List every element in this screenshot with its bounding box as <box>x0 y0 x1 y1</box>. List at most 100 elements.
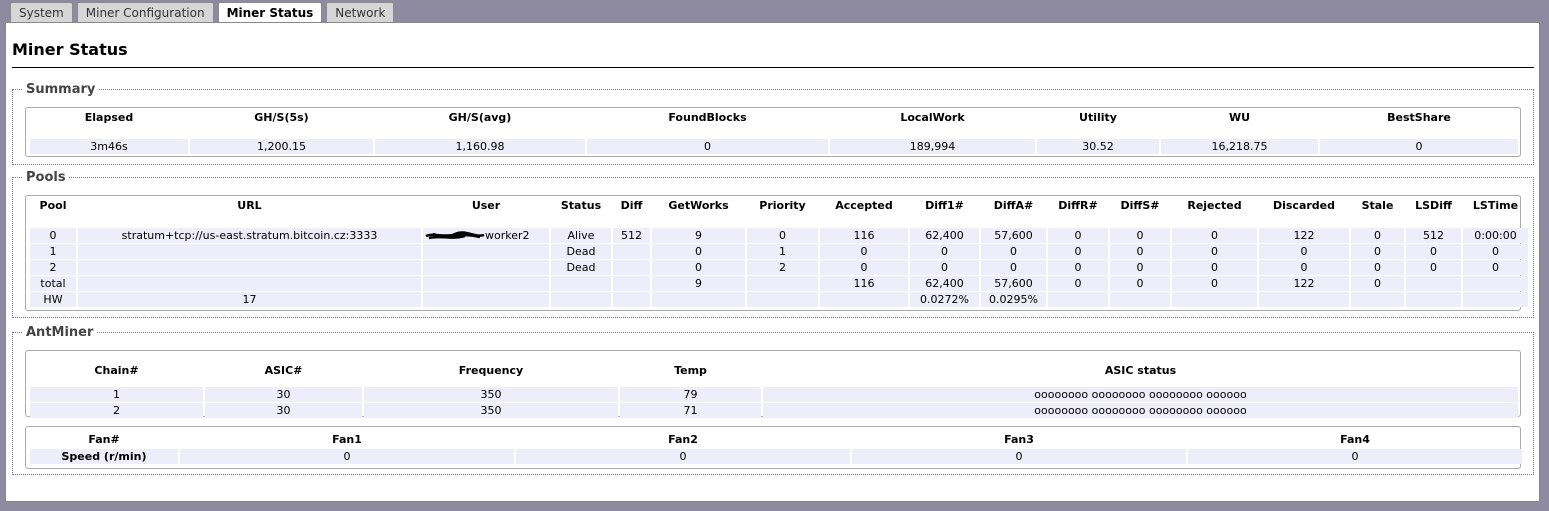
table-cell: 350 <box>364 403 618 418</box>
table-cell: stratum+tcp://us-east.stratum.bitcoin.cz… <box>78 228 421 243</box>
summary-cell: 1,200.15 <box>190 139 373 154</box>
table-cell: 0 <box>910 244 979 259</box>
table-cell <box>423 292 549 307</box>
summary-legend: Summary <box>26 82 96 97</box>
summary-header: FoundBlocks <box>668 111 747 124</box>
table-cell: Alive <box>551 228 611 243</box>
chain-table-box: Chain# ASIC# Frequency Temp ASIC status … <box>25 350 1521 419</box>
fan-cell: 0 <box>852 449 1186 464</box>
pools-header: LSTime <box>1472 199 1519 212</box>
table-cell: 512 <box>1406 228 1461 243</box>
table-row: total 9 116 62,400 57,600 0 0 0 122 0 <box>30 276 1528 291</box>
table-cell: 0 <box>1259 244 1349 259</box>
summary-cell: 189,994 <box>830 139 1035 154</box>
table-cell <box>1048 292 1108 307</box>
table-cell <box>78 260 421 275</box>
table-cell: 0 <box>747 228 818 243</box>
table-cell: 0.0295% <box>981 292 1046 307</box>
summary-header: Elapsed <box>84 111 134 124</box>
table-cell: 0 <box>820 260 908 275</box>
pools-header: Pool <box>39 199 67 212</box>
table-cell: oooooooo oooooooo oooooooo oooooo <box>763 403 1518 418</box>
table-cell: 30 <box>205 387 362 402</box>
table-cell: 0 <box>1351 244 1404 259</box>
fan-table-box: Fan# Fan1 Fan2 Fan3 Fan4 Speed (r/min) 0… <box>25 426 1524 469</box>
user-cell: worker2 <box>423 228 549 243</box>
table-row: HW 17 0.0272% 0.0295% <box>30 292 1528 307</box>
page-title: Miner Status <box>12 40 128 59</box>
table-row: Speed (r/min) 0 0 0 0 <box>30 449 1522 464</box>
summary-header: BestShare <box>1387 111 1451 124</box>
table-cell: 2 <box>30 403 203 418</box>
summary-header-row: Elapsed GH/S(5s) GH/S(avg) FoundBlocks L… <box>30 111 1518 138</box>
table-cell: 350 <box>364 387 618 402</box>
table-cell: 0 <box>1048 260 1108 275</box>
table-cell <box>613 260 650 275</box>
table-cell: 0 <box>1406 244 1461 259</box>
table-cell: 79 <box>620 387 761 402</box>
tab-network[interactable]: Network <box>326 2 395 23</box>
fan-header: Fan# <box>88 432 120 446</box>
table-row: 3m46s 1,200.15 1,160.98 0 189,994 30.52 … <box>30 139 1518 154</box>
summary-header: Utility <box>1079 111 1117 124</box>
fan-cell: 0 <box>516 449 850 464</box>
table-cell <box>652 292 745 307</box>
table-cell: 62,400 <box>910 228 979 243</box>
table-cell: 116 <box>820 228 908 243</box>
chain-header: ASIC status <box>1104 363 1177 377</box>
table-row: 2 Dead 0 2 0 0 0 0 0 0 0 0 0 0 <box>30 260 1528 275</box>
summary-cell: 1,160.98 <box>375 139 585 154</box>
table-cell: 0 <box>1110 260 1170 275</box>
table-cell <box>551 276 611 291</box>
table-cell: 0 <box>1048 228 1108 243</box>
table-cell <box>747 292 818 307</box>
table-cell <box>78 276 421 291</box>
tab-system[interactable]: System <box>10 2 73 23</box>
table-cell: 0 <box>1259 260 1349 275</box>
summary-cell: 16,218.75 <box>1161 139 1318 154</box>
chain-header: Frequency <box>458 363 524 377</box>
table-cell: Dead <box>551 260 611 275</box>
fan-cell: 0 <box>1188 449 1522 464</box>
table-cell: 0:00:00 <box>1463 228 1528 243</box>
table-cell <box>423 244 549 259</box>
table-cell <box>423 276 549 291</box>
table-cell: 0 <box>981 244 1046 259</box>
table-cell: oooooooo oooooooo oooooooo oooooo <box>763 387 1518 402</box>
summary-table-box: Elapsed GH/S(5s) GH/S(avg) FoundBlocks L… <box>25 107 1521 157</box>
pools-header: Diff <box>620 199 643 212</box>
summary-header: WU <box>1228 111 1251 124</box>
table-cell <box>613 292 650 307</box>
table-cell: 0 <box>1406 260 1461 275</box>
chain-header: ASIC# <box>264 363 303 377</box>
fan-header-row: Fan# Fan1 Fan2 Fan3 Fan4 <box>30 430 1522 448</box>
table-row: 1 30 350 79 oooooooo oooooooo oooooooo ooooo… <box>30 387 1518 402</box>
pools-header: Accepted <box>835 199 893 212</box>
tab-miner-configuration[interactable]: Miner Configuration <box>76 2 214 23</box>
table-cell <box>551 292 611 307</box>
fan-table: Fan# Fan1 Fan2 Fan3 Fan4 Speed (r/min) 0… <box>28 429 1524 465</box>
table-cell: 0 <box>1351 228 1404 243</box>
pools-header: URL <box>237 199 262 212</box>
table-cell <box>1351 292 1404 307</box>
tab-bar: System Miner Configuration Miner Status … <box>10 2 398 24</box>
content-panel: Miner Status Summary Elapsed GH/S(5s) GH… <box>5 22 1540 502</box>
table-cell <box>423 260 549 275</box>
table-cell: 0 <box>1172 276 1257 291</box>
table-cell <box>1463 292 1528 307</box>
pools-header-row: Pool URL User Status Diff GetWorks Prior… <box>30 199 1528 227</box>
table-cell: 9 <box>652 228 745 243</box>
chain-table: Chain# ASIC# Frequency Temp ASIC status … <box>28 353 1520 419</box>
pools-header: Status <box>560 199 602 212</box>
table-cell: 0 <box>1048 276 1108 291</box>
table-cell: 1 <box>30 244 76 259</box>
pools-legend: Pools <box>26 170 66 185</box>
pools-header: LSDiff <box>1415 199 1452 212</box>
tab-miner-status[interactable]: Miner Status <box>217 2 323 24</box>
summary-header: LocalWork <box>900 111 965 124</box>
chain-header: Temp <box>674 363 707 377</box>
pools-header: Diff1# <box>925 199 964 212</box>
table-cell: 122 <box>1259 228 1349 243</box>
table-cell: 0 <box>652 260 745 275</box>
pools-header: Discarded <box>1272 199 1336 212</box>
